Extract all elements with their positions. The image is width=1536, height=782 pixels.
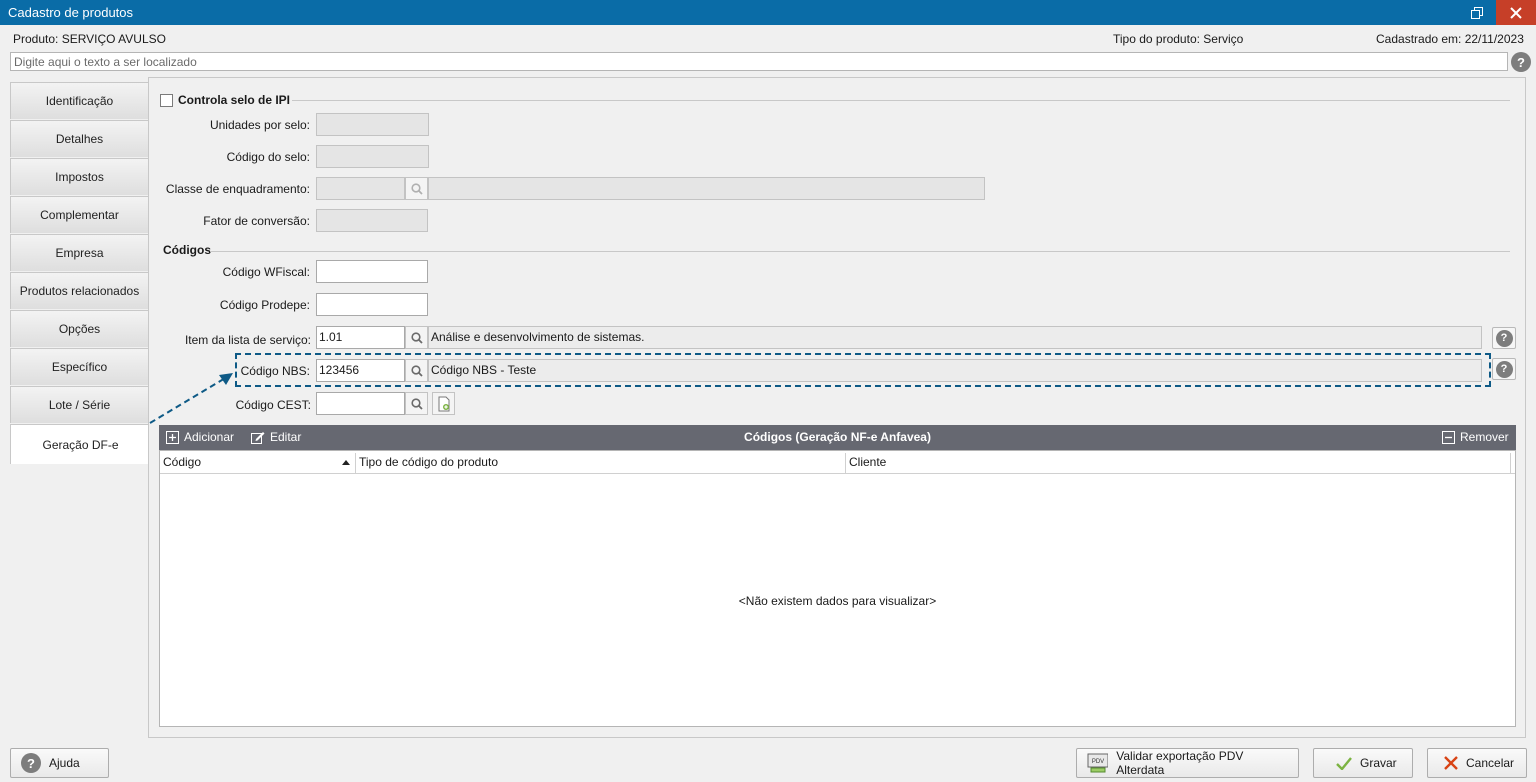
checkmark-icon bbox=[1336, 756, 1352, 770]
column-cliente[interactable]: Cliente bbox=[846, 453, 1511, 473]
save-button[interactable]: Gravar bbox=[1313, 748, 1413, 778]
item-lista-desc: Análise e desenvolvimento de sistemas. bbox=[428, 326, 1482, 349]
prodepe-input[interactable] bbox=[316, 293, 428, 316]
codes-grid: Código Tipo de código do produto Cliente… bbox=[159, 450, 1516, 727]
title-bar: Cadastro de produtos bbox=[0, 0, 1536, 25]
help-label: Ajuda bbox=[49, 756, 80, 770]
cest-input[interactable] bbox=[316, 392, 405, 415]
tab-lote-serie[interactable]: Lote / Série bbox=[10, 386, 149, 423]
restore-icon bbox=[1471, 6, 1483, 19]
tab-impostos[interactable]: Impostos bbox=[10, 158, 149, 195]
cest-add-button[interactable] bbox=[432, 392, 455, 415]
tab-detalhes[interactable]: Detalhes bbox=[10, 120, 149, 157]
cancel-button[interactable]: Cancelar bbox=[1427, 748, 1527, 778]
product-type: Tipo do produto: Serviço bbox=[1113, 32, 1244, 46]
help-icon: ? bbox=[1495, 329, 1513, 347]
restore-button[interactable] bbox=[1458, 0, 1496, 25]
search-icon bbox=[410, 182, 423, 195]
fator-field bbox=[316, 209, 428, 232]
registered-date: Cadastrado em: 22/11/2023 bbox=[1376, 32, 1524, 46]
tab-especifico[interactable]: Específico bbox=[10, 348, 149, 385]
item-lista-label: Item da lista de serviço: bbox=[184, 333, 311, 347]
cancel-x-icon bbox=[1444, 756, 1458, 770]
cest-search-button[interactable] bbox=[405, 392, 428, 415]
tab-produtos-relacionados[interactable]: Produtos relacionados bbox=[10, 272, 149, 309]
unidades-field bbox=[316, 113, 429, 136]
validate-pdv-button[interactable]: PDV Validar exportação PDV Alterdata bbox=[1076, 748, 1299, 778]
search-help-icon[interactable]: ? bbox=[1511, 52, 1531, 72]
empty-message: <Não existem dados para visualizar> bbox=[738, 594, 937, 608]
nbs-help-button[interactable]: ? bbox=[1492, 358, 1516, 380]
search-icon bbox=[410, 364, 423, 377]
search-box bbox=[10, 52, 1508, 71]
tab-geracao-dfe[interactable]: Geração DF-e bbox=[10, 424, 150, 464]
ipi-checkbox[interactable] bbox=[160, 94, 173, 107]
help-icon: ? bbox=[1495, 360, 1513, 378]
codigo-selo-field bbox=[316, 145, 429, 168]
validate-label: Validar exportação PDV Alterdata bbox=[1116, 749, 1244, 777]
search-icon bbox=[410, 397, 423, 410]
product-name: Produto: SERVIÇO AVULSO bbox=[13, 32, 166, 46]
ipi-divider bbox=[292, 100, 1510, 101]
close-icon bbox=[1510, 6, 1522, 19]
search-input[interactable] bbox=[11, 53, 1507, 70]
tab-complementar[interactable]: Complementar bbox=[10, 196, 149, 233]
svg-text:PDV: PDV bbox=[1092, 759, 1104, 765]
column-codigo-label: Código bbox=[163, 455, 202, 469]
side-tabs: Identificação Detalhes Impostos Compleme… bbox=[10, 82, 150, 465]
grid-header-row: Código Tipo de código do produto Cliente bbox=[160, 451, 1515, 474]
pdv-icon: PDV bbox=[1087, 753, 1109, 773]
codigo-selo-label: Código do selo: bbox=[226, 150, 310, 164]
tab-opcoes[interactable]: Opções bbox=[10, 310, 149, 347]
codigos-section-title: Códigos bbox=[163, 243, 211, 257]
classe-search-button bbox=[405, 177, 428, 200]
fator-label: Fator de conversão: bbox=[203, 214, 310, 228]
cest-label: Código CEST: bbox=[235, 398, 311, 412]
item-lista-help-button[interactable]: ? bbox=[1492, 327, 1516, 349]
sort-asc-icon bbox=[342, 460, 350, 465]
ipi-section-title: Controla selo de IPI bbox=[178, 93, 291, 107]
codes-grid-toolbar: Adicionar Editar Códigos (Geração NF-e A… bbox=[159, 425, 1516, 450]
prodepe-label: Código Prodepe: bbox=[219, 298, 310, 312]
classe-field bbox=[316, 177, 405, 200]
search-icon bbox=[410, 331, 423, 344]
grid-title: Códigos (Geração NF-e Anfavea) bbox=[744, 430, 931, 444]
new-document-icon bbox=[438, 396, 449, 411]
window-title: Cadastro de produtos bbox=[8, 5, 134, 20]
item-lista-input[interactable]: 1.01 bbox=[316, 326, 405, 349]
tab-empresa[interactable]: Empresa bbox=[10, 234, 149, 271]
product-info-bar: Produto: SERVIÇO AVULSO Tipo do produto:… bbox=[0, 25, 1536, 51]
item-lista-search-button[interactable] bbox=[405, 326, 428, 349]
wfiscal-input[interactable] bbox=[316, 260, 428, 283]
tab-identificacao[interactable]: Identificação bbox=[10, 82, 149, 119]
help-icon: ? bbox=[21, 753, 41, 773]
remove-label: Remover bbox=[1460, 430, 1509, 444]
wfiscal-label: Código WFiscal: bbox=[222, 265, 310, 279]
column-codigo[interactable]: Código bbox=[160, 453, 356, 473]
nbs-desc: Código NBS - Teste bbox=[428, 359, 1482, 382]
remove-button[interactable]: Remover bbox=[1442, 430, 1509, 444]
cancel-label: Cancelar bbox=[1466, 756, 1515, 770]
nbs-input[interactable]: 123456 bbox=[316, 359, 405, 382]
column-tipo[interactable]: Tipo de código do produto bbox=[356, 453, 846, 473]
save-label: Gravar bbox=[1360, 756, 1397, 770]
classe-desc-field bbox=[428, 177, 985, 200]
close-button[interactable] bbox=[1496, 0, 1536, 25]
codigos-divider bbox=[210, 251, 1510, 252]
unidades-label: Unidades por selo: bbox=[209, 118, 310, 132]
help-button[interactable]: ? Ajuda bbox=[10, 748, 109, 778]
classe-label: Classe de enquadramento: bbox=[165, 182, 310, 196]
nbs-search-button[interactable] bbox=[405, 359, 428, 382]
minus-box-icon bbox=[1442, 430, 1455, 444]
